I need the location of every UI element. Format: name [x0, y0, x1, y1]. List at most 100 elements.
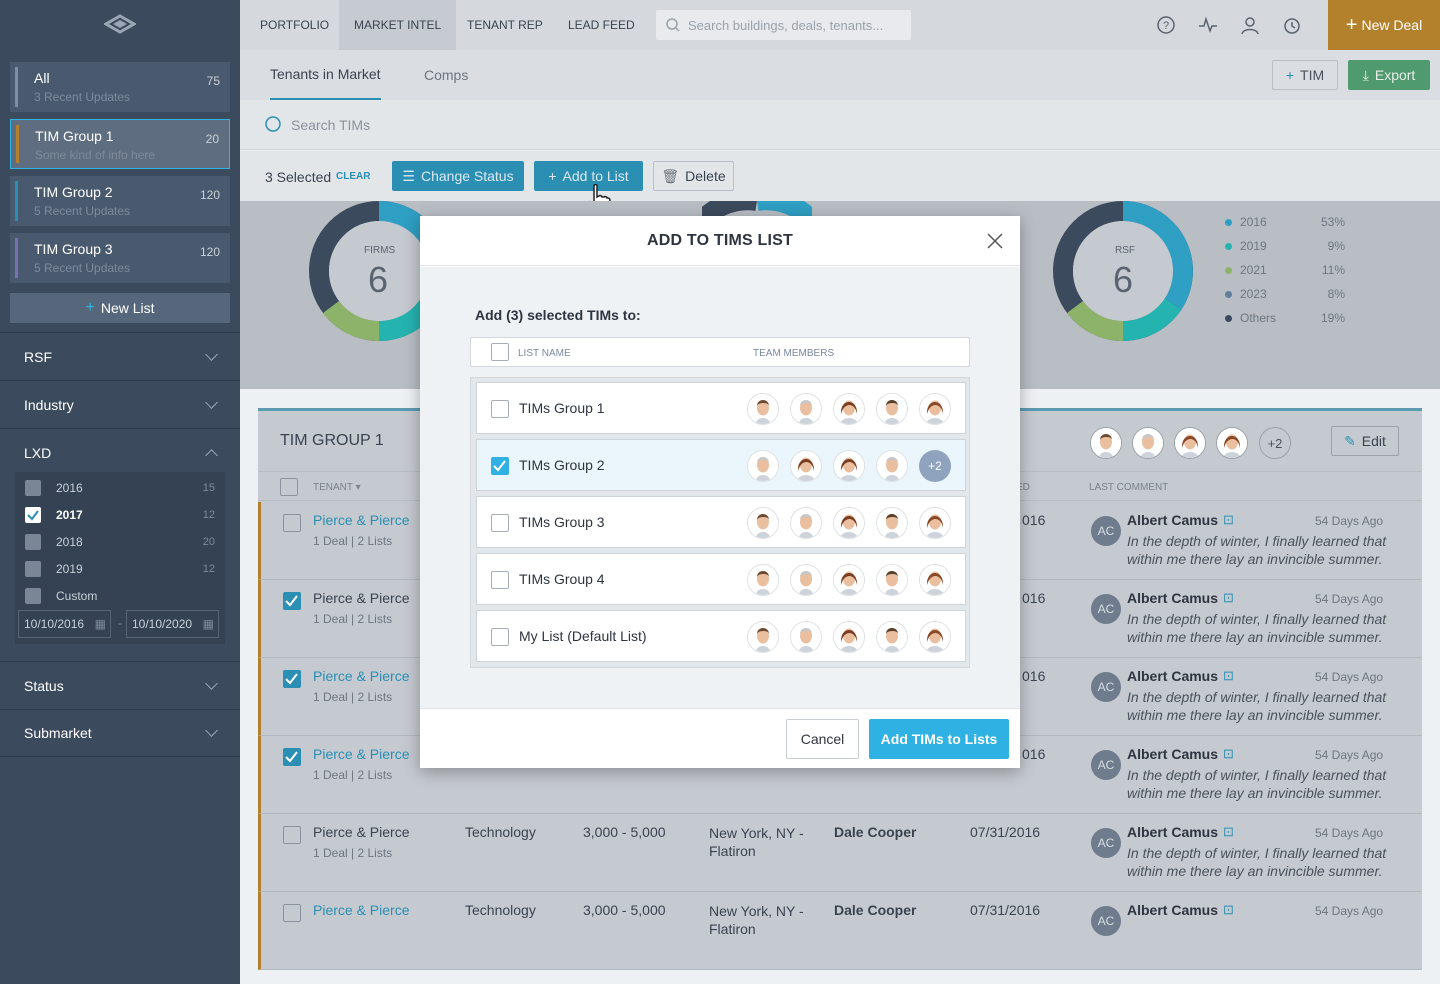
tenant-name[interactable]: Pierce & Pierce	[313, 668, 409, 684]
comment-icon[interactable]: ⊡	[1223, 590, 1234, 606]
col-tenant[interactable]: TENANT ▾	[313, 482, 361, 493]
table-row[interactable]: Pierce & Pierce Technology 3,000 - 5,000…	[258, 892, 1422, 970]
person-icon	[920, 565, 950, 595]
nav-tenant-rep[interactable]: TENANT REP	[452, 0, 558, 50]
team-member-avatar	[747, 621, 779, 653]
table-row[interactable]: Pierce & Pierce 1 Deal | 2 Lists Technol…	[258, 814, 1422, 892]
lxd-year-option[interactable]: 2017 12	[25, 507, 215, 523]
row-checkbox[interactable]	[283, 748, 301, 766]
year-checkbox[interactable]	[25, 534, 41, 550]
user-icon[interactable]	[1240, 15, 1260, 35]
lxd-year-option[interactable]: Custom	[25, 588, 215, 604]
tenant-name[interactable]: Pierce & Pierce	[313, 512, 409, 528]
legend-label: 2016	[1240, 215, 1267, 229]
list-checkbox[interactable]	[491, 457, 509, 475]
group-subtitle: 3 Recent Updates	[34, 90, 131, 104]
list-option-row[interactable]: TIMs Group 4	[476, 553, 966, 605]
rsf-chart-label: RSF	[1115, 245, 1135, 256]
group-color-bar	[15, 181, 18, 221]
tenant-name[interactable]: Pierce & Pierce	[313, 902, 409, 918]
modal-title: ADD TO TIMS LIST	[420, 216, 1020, 266]
row-checkbox[interactable]	[283, 592, 301, 610]
team-member-avatar[interactable]	[1174, 427, 1206, 459]
comment-icon[interactable]: ⊡	[1223, 824, 1234, 840]
legend-item: 2023 8%	[1225, 287, 1345, 301]
lxd-year-option[interactable]: 2019 12	[25, 561, 215, 577]
row-checkbox[interactable]	[283, 514, 301, 532]
nav-portfolio[interactable]: PORTFOLIO	[245, 0, 344, 50]
select-all-checkbox[interactable]	[280, 478, 298, 496]
change-status-button[interactable]: ☰ Change Status	[392, 161, 524, 191]
add-tim-button[interactable]: + TIM	[1272, 60, 1338, 90]
global-search-input[interactable]: Search buildings, deals, tenants...	[656, 10, 911, 40]
more-members-badge[interactable]: +2	[919, 450, 951, 482]
clear-selection-link[interactable]: CLEAR	[336, 171, 370, 182]
commenter-avatar: AC	[1091, 594, 1121, 624]
add-tims-to-lists-button[interactable]: Add TIMs to Lists	[869, 719, 1009, 759]
team-member-avatar[interactable]	[1090, 427, 1122, 459]
alarm-icon[interactable]	[1282, 15, 1302, 35]
list-checkbox[interactable]	[491, 514, 509, 532]
comment-icon[interactable]: ⊡	[1223, 746, 1234, 762]
comment-icon[interactable]: ⊡	[1223, 902, 1234, 918]
tab-tenants-in-market[interactable]: Tenants in Market	[270, 50, 381, 100]
comment-icon[interactable]: ⊡	[1223, 512, 1234, 528]
new-deal-button[interactable]: + New Deal	[1328, 0, 1440, 50]
edit-button[interactable]: ✎ Edit	[1331, 426, 1399, 456]
year-count: 20	[202, 536, 215, 548]
activity-icon[interactable]	[1198, 15, 1218, 35]
year-checkbox[interactable]	[25, 588, 41, 604]
help-icon[interactable]: ?	[1156, 15, 1176, 35]
filter-status[interactable]: Status	[0, 661, 240, 709]
year-checkbox[interactable]	[25, 561, 41, 577]
tenant-name[interactable]: Pierce & Pierce	[313, 746, 409, 762]
commenter-avatar: AC	[1091, 828, 1121, 858]
date-from-input[interactable]: 10/10/2016 ▦	[18, 610, 111, 638]
year-checkbox[interactable]	[25, 480, 41, 496]
list-checkbox[interactable]	[491, 571, 509, 589]
close-icon[interactable]	[986, 232, 1004, 250]
nav-market-intel[interactable]: MARKET INTEL	[339, 0, 457, 50]
search-tims-input[interactable]: Search TIMs	[265, 116, 370, 134]
sidebar-group-item[interactable]: TIM Group 3 5 Recent Updates 120	[10, 233, 230, 283]
filter-submarket[interactable]: Submarket	[0, 709, 240, 757]
chevron-down-icon	[205, 347, 218, 361]
sidebar-group-item[interactable]: TIM Group 1 Some kind of info here 20	[10, 119, 230, 169]
comment-author: Albert Camus	[1127, 902, 1219, 918]
cancel-button[interactable]: Cancel	[786, 719, 859, 759]
lxd-year-option[interactable]: 2016 15	[25, 480, 215, 496]
legend-item: 2019 9%	[1225, 239, 1345, 253]
team-member-avatar	[790, 450, 822, 482]
list-option-row[interactable]: TIMs Group 2 +2	[476, 439, 966, 491]
delete-button[interactable]: 🗑 Delete	[653, 161, 734, 191]
sidebar-group-item[interactable]: All 3 Recent Updates 75	[10, 62, 230, 112]
list-option-row[interactable]: TIMs Group 3	[476, 496, 966, 548]
list-option-row[interactable]: TIMs Group 1	[476, 382, 966, 434]
list-checkbox[interactable]	[491, 400, 509, 418]
row-checkbox[interactable]	[283, 826, 301, 844]
list-option-row[interactable]: My List (Default List)	[476, 610, 966, 662]
filter-lxd[interactable]: LXD	[0, 428, 240, 476]
export-button[interactable]: ⤓ Export	[1348, 60, 1430, 90]
new-list-button[interactable]: + New List	[10, 293, 230, 323]
date-to-input[interactable]: 10/10/2020 ▦	[126, 610, 219, 638]
sidebar-group-item[interactable]: TIM Group 2 5 Recent Updates 120	[10, 176, 230, 226]
filter-industry[interactable]: Industry	[0, 380, 240, 428]
tab-comps[interactable]: Comps	[424, 50, 468, 100]
commenter-avatar: AC	[1091, 750, 1121, 780]
row-checkbox[interactable]	[283, 670, 301, 688]
more-members-badge[interactable]: +2	[1259, 427, 1291, 459]
list-checkbox[interactable]	[491, 628, 509, 646]
nav-lead-feed[interactable]: LEAD FEED	[553, 0, 650, 50]
team-member-avatar[interactable]	[1216, 427, 1248, 459]
select-all-lists-checkbox[interactable]	[491, 343, 509, 361]
filter-rsf[interactable]: RSF	[0, 332, 240, 380]
tenant-name: Pierce & Pierce	[313, 824, 410, 840]
comment-icon[interactable]: ⊡	[1223, 668, 1234, 684]
team-member-avatar[interactable]	[1132, 427, 1164, 459]
person-icon	[791, 508, 821, 538]
row-checkbox[interactable]	[283, 904, 301, 922]
year-checkbox[interactable]	[25, 507, 41, 523]
lxd-year-option[interactable]: 2018 20	[25, 534, 215, 550]
app-logo[interactable]	[0, 0, 240, 50]
